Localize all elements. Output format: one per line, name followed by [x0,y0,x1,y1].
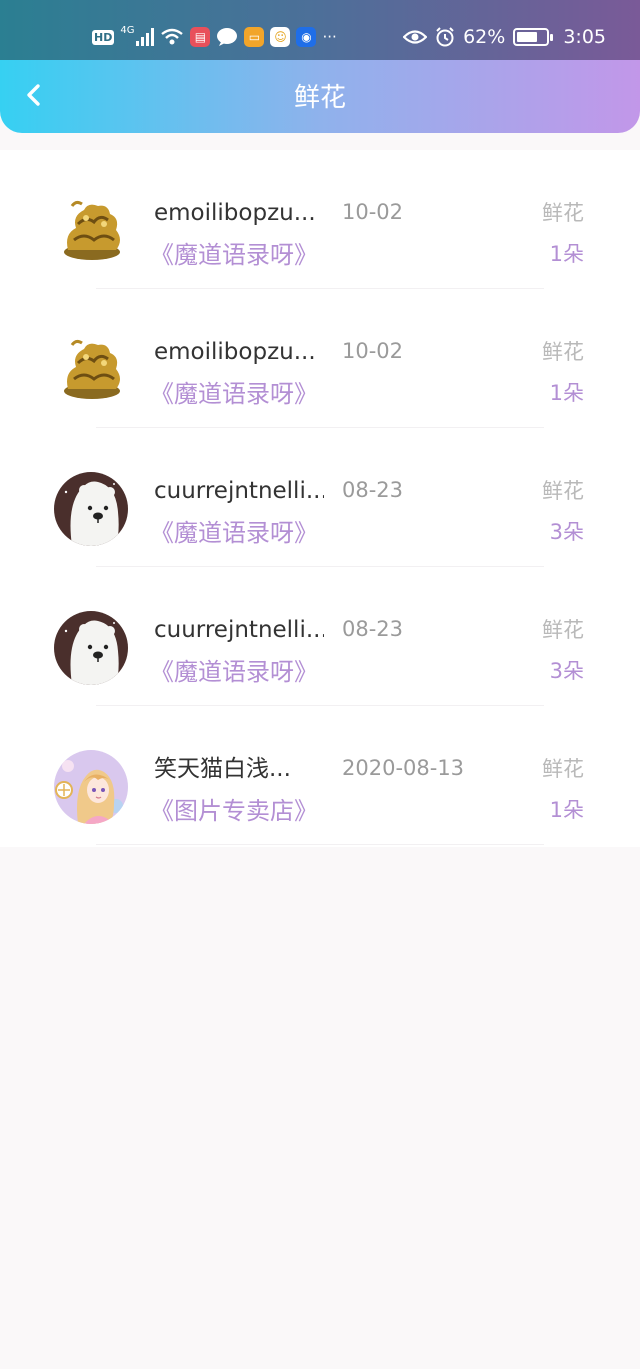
status-left: HD 4G ▤ ▭ ☺ ◉ ··· [92,24,337,50]
gift-count: 1朵 [549,242,584,266]
send-date: 08-23 [342,478,404,502]
network-type: 4G [120,24,135,36]
book-link[interactable]: 《魔道语录呀》 [150,239,318,271]
notebook-app-icon: ▤ [190,27,211,47]
polar-bear-avatar [54,472,128,546]
message-icon [217,28,238,46]
list-item[interactable]: cuurrejntnelli... 08-23 《魔道语录呀》 鲜花 3朵 [0,428,640,567]
sender-name: cuurrejntnelli... [154,478,324,504]
gift-count: 3朵 [549,659,584,683]
send-date: 10-02 [342,200,404,224]
status-right: 62% 3:05 [403,24,606,50]
book-link[interactable]: 《图片专卖店》 [150,795,318,827]
eye-icon [403,30,428,44]
gift-count: 3朵 [549,520,584,544]
wifi-icon [161,28,184,45]
gift-count: 1朵 [549,381,584,405]
battery-icon [513,28,554,46]
gift-type: 鲜花 [542,757,584,781]
header-bar: HD 4G ▤ ▭ ☺ ◉ ··· 62% 3:05 鲜花 [0,0,640,133]
smile-app-icon: ☺ [270,27,291,47]
book-link[interactable]: 《魔道语录呀》 [150,378,318,410]
book-link[interactable]: 《魔道语录呀》 [150,517,318,549]
golden-dragon-avatar [54,194,128,268]
gift-type: 鲜花 [542,479,584,503]
polar-bear-avatar [54,611,128,685]
list-item[interactable]: 笑天猫白浅... 2020-08-13 《图片专卖店》 鲜花 1朵 [0,706,640,845]
list-item[interactable]: emoilibopzu... 10-02 《魔道语录呀》 鲜花 1朵 [0,150,640,289]
navigation-bar: 鲜花 [0,60,640,133]
gift-type: 鲜花 [542,618,584,642]
row-divider [96,844,544,845]
page-title: 鲜花 [293,83,346,113]
status-bar: HD 4G ▤ ▭ ☺ ◉ ··· 62% 3:05 [0,0,640,60]
clock: 3:05 [563,26,606,48]
sender-name: cuurrejntnelli... [154,617,324,643]
send-date: 08-23 [342,617,404,641]
book-link[interactable]: 《魔道语录呀》 [150,656,318,688]
alarm-icon [436,27,454,47]
sender-name: emoilibopzu... [154,200,316,226]
reader-app-icon: ▭ [244,27,265,47]
signal-icon [136,28,155,46]
more-notifications: ··· [322,28,337,46]
list-item[interactable]: cuurrejntnelli... 08-23 《魔道语录呀》 鲜花 3朵 [0,567,640,706]
battery-percent: 62% [463,26,506,48]
flower-record-list: emoilibopzu... 10-02 《魔道语录呀》 鲜花 1朵 emoil… [0,150,640,847]
anime-girl-avatar [54,750,128,824]
send-date: 10-02 [342,339,404,363]
gift-type: 鲜花 [542,201,584,225]
hd-badge: HD [92,29,115,45]
golden-dragon-avatar [54,333,128,407]
send-date: 2020-08-13 [342,756,465,780]
sender-name: emoilibopzu... [154,339,316,365]
gift-count: 1朵 [549,798,584,822]
bulb-app-icon: ◉ [296,27,317,47]
list-item[interactable]: emoilibopzu... 10-02 《魔道语录呀》 鲜花 1朵 [0,289,640,428]
gift-type: 鲜花 [542,340,584,364]
sender-name: 笑天猫白浅... [154,756,291,782]
